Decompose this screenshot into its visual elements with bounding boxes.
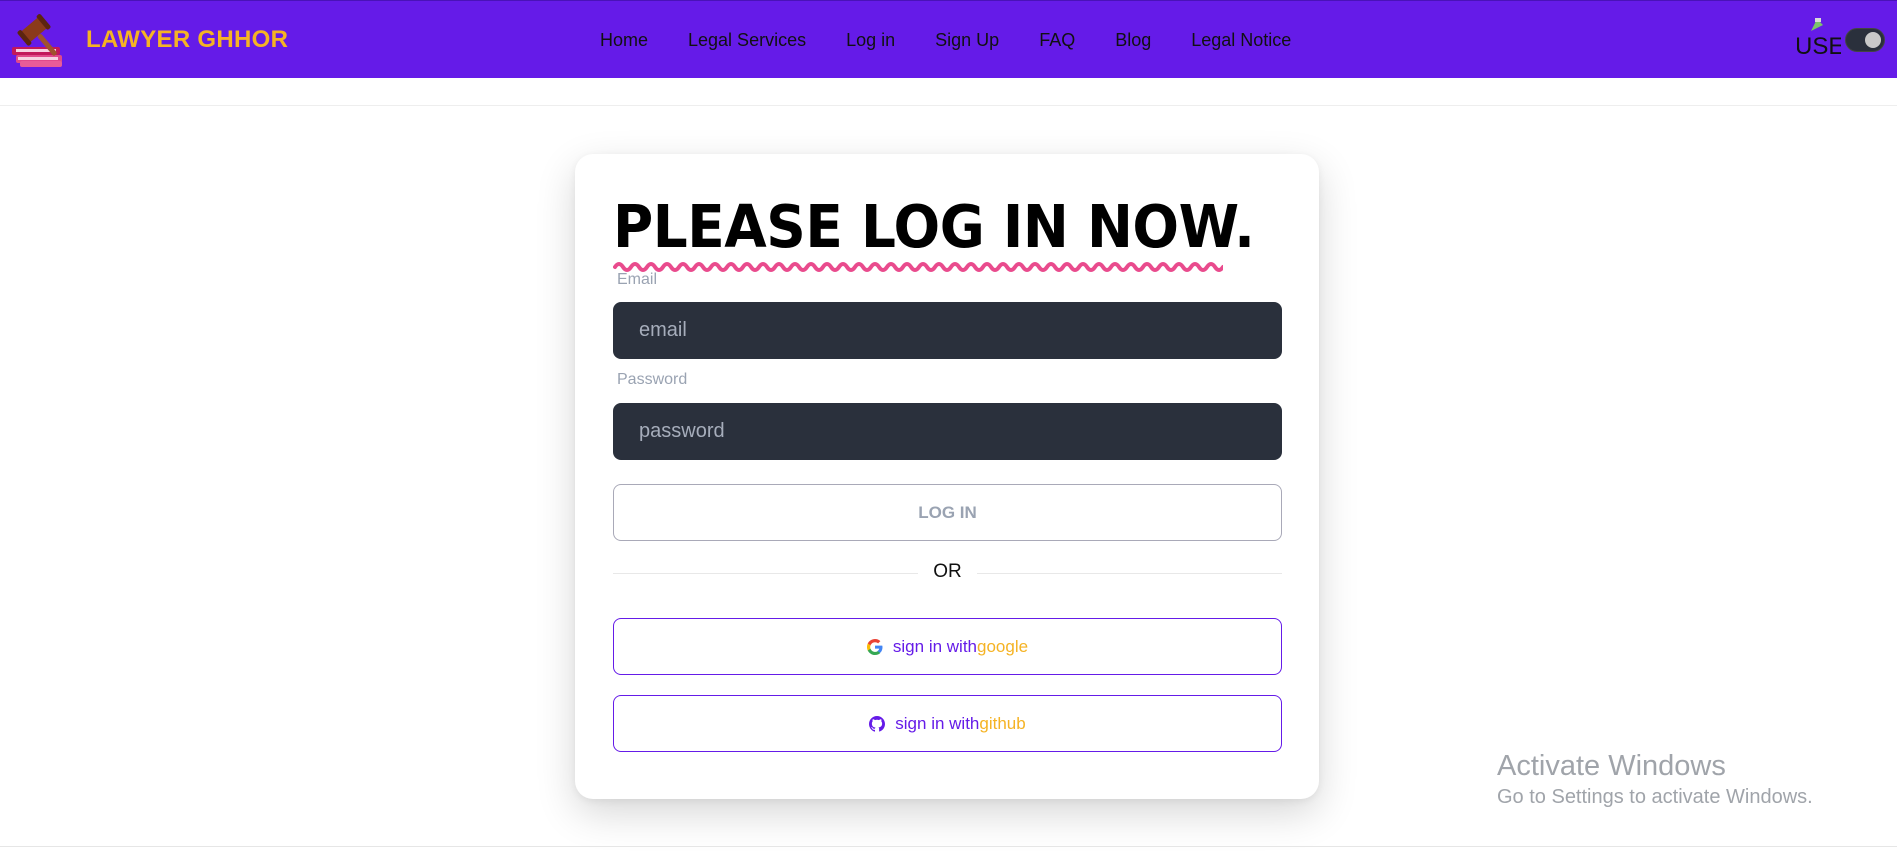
nav-legal-notice[interactable]: Legal Notice (1191, 30, 1291, 51)
watermark-subtitle: Go to Settings to activate Windows. (1497, 786, 1813, 808)
nav-log-in[interactable]: Log in (846, 30, 895, 51)
bottom-divider (0, 846, 1897, 847)
password-label: Password (617, 371, 688, 388)
title-wrap: PLEASE LOG IN NOW. (613, 192, 1303, 272)
top-divider (0, 105, 1897, 106)
nav-faq[interactable]: FAQ (1039, 30, 1075, 51)
password-field[interactable] (613, 403, 1282, 460)
email-field[interactable] (613, 302, 1282, 359)
toggle-knob (1865, 32, 1881, 48)
nav-home[interactable]: Home (600, 30, 648, 51)
broken-image-icon (1811, 18, 1823, 31)
brand[interactable]: LAWYER GHHOR (8, 11, 288, 69)
brand-name: LAWYER GHHOR (86, 26, 289, 53)
nav-links: Home Legal Services Log in Sign Up FAQ B… (600, 1, 1331, 79)
or-text: OR (933, 561, 962, 582)
page-title: PLEASE LOG IN NOW. (613, 192, 1255, 261)
google-prefix: sign in with (892, 636, 978, 656)
email-label: Email (617, 271, 658, 288)
user-avatar-alt: USE (1797, 33, 1841, 60)
navbar: LAWYER GHHOR Home Legal Services Log in … (0, 0, 1897, 78)
github-signin-button[interactable]: sign in with github (613, 695, 1282, 752)
github-prefix: sign in with (895, 713, 980, 733)
or-divider: OR (613, 559, 1282, 589)
nav-legal-services[interactable]: Legal Services (688, 30, 806, 51)
windows-watermark: Activate Windows Go to Settings to activ… (1497, 748, 1813, 810)
login-card: PLEASE LOG IN NOW. Email Password LOG IN… (575, 154, 1319, 799)
theme-toggle-icon[interactable] (1845, 28, 1885, 52)
watermark-title: Activate Windows (1497, 750, 1726, 782)
google-provider: google (977, 636, 1029, 656)
login-button[interactable]: LOG IN (613, 484, 1282, 541)
gavel-books-icon (12, 14, 62, 67)
nav-right: USE (1797, 17, 1885, 63)
google-signin-button[interactable]: sign in with google (613, 618, 1282, 675)
nav-blog[interactable]: Blog (1115, 30, 1151, 51)
github-icon (869, 715, 886, 732)
github-provider: github (979, 713, 1026, 733)
squiggle-underline (613, 262, 1223, 272)
nav-sign-up[interactable]: Sign Up (935, 30, 999, 51)
user-avatar[interactable]: USE (1797, 17, 1841, 63)
google-icon (866, 638, 883, 655)
